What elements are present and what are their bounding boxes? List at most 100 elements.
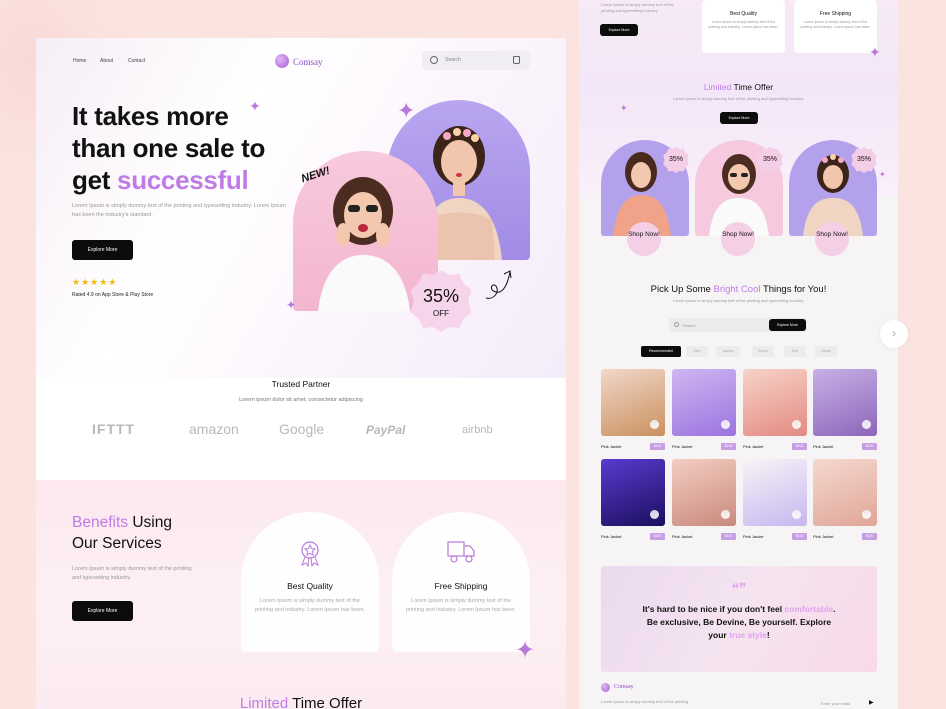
- product-image[interactable]: ♡: [813, 369, 877, 436]
- shopping-bag-icon[interactable]: [513, 56, 520, 64]
- product-name: Pink Jacket: [672, 534, 693, 539]
- partner-logo-airbnb: airbnb: [462, 424, 493, 436]
- product-image[interactable]: ♡: [672, 459, 736, 526]
- quote-line3-prefix: your: [708, 630, 730, 640]
- badge-icon: [301, 541, 319, 567]
- top-description: Lorem Ipsum is simply dummy text of the …: [601, 2, 674, 13]
- filter-tab-shirt[interactable]: Shirt: [686, 346, 708, 357]
- heart-icon[interactable]: ♡: [792, 420, 801, 429]
- partner-logo-amazon: amazon: [189, 421, 239, 437]
- product-image[interactable]: ♡: [601, 369, 665, 436]
- benefit-desc-quality: Lorem Ipsum is simply dummy text of the …: [255, 598, 365, 613]
- benefits-explore-button[interactable]: Explore More: [72, 601, 133, 621]
- footer-brand[interactable]: Comsay: [614, 684, 634, 690]
- product-search-button[interactable]: Explore More: [769, 319, 806, 331]
- shop-now-label-3: Shop Now!: [816, 231, 848, 238]
- shop-now-button-3[interactable]: Shop Now!: [815, 222, 849, 256]
- top-card-quality-desc: Lorem Ipsum is simply dummy text of the …: [708, 20, 779, 29]
- limited-offer-accent: Limited: [239, 695, 289, 709]
- hero-title-prefix: get: [72, 165, 118, 195]
- quote-line1-accent: comfortable: [784, 604, 834, 614]
- product-price: $100: [721, 443, 736, 450]
- product-search-bar[interactable]: Search Explore More: [669, 318, 807, 332]
- heart-icon[interactable]: ♡: [650, 510, 659, 519]
- hero-title-line3: get successful: [72, 164, 265, 196]
- product-image[interactable]: ♡: [672, 369, 736, 436]
- benefit-title-shipping: Free Shipping: [434, 581, 488, 591]
- sparkle-icon: ✦: [620, 103, 628, 113]
- search-icon: [674, 322, 679, 327]
- trusted-partner-subtitle: Lorem ipsum dolor sit amet, consectetur …: [239, 397, 363, 403]
- offer-explore-button[interactable]: Explore More: [720, 112, 758, 124]
- heart-icon[interactable]: ♡: [721, 420, 730, 429]
- nav-contact[interactable]: Contact: [128, 58, 145, 64]
- heart-icon[interactable]: ♡: [721, 510, 730, 519]
- send-icon[interactable]: ▶: [869, 699, 874, 706]
- benefits-title-line2: Our Services: [72, 535, 162, 552]
- pick-up-heading: Pick Up Some Bright Cool Things for You!: [579, 284, 898, 295]
- offer-heading-accent: Limited: [703, 82, 732, 92]
- product-name: Pink Jacket: [743, 534, 764, 539]
- product-image[interactable]: ♡: [601, 459, 665, 526]
- quote-icon: ❝❞: [731, 580, 747, 596]
- truck-icon: [447, 541, 475, 563]
- filter-tab-shoes[interactable]: Shoes: [752, 346, 774, 357]
- explore-more-button[interactable]: Explore More: [72, 240, 133, 260]
- pick-up-description: Lorem Ipsum is simply dummy text of the …: [672, 298, 805, 303]
- search-icon: [430, 56, 438, 64]
- product-image[interactable]: ♡: [813, 459, 877, 526]
- heart-icon[interactable]: ♡: [650, 420, 659, 429]
- pick-up-prefix: Pick Up Some: [650, 284, 714, 295]
- shop-now-button-1[interactable]: Shop Now!: [627, 222, 661, 256]
- quote-line-2: Be exclusive, Be Devine, Be yourself. Ex…: [646, 617, 832, 627]
- product-price: $100: [862, 533, 877, 540]
- limited-offer-heading: Limited Time Offer: [36, 695, 566, 709]
- landing-page-main: Home About Contact Comsay Search It take…: [36, 38, 566, 709]
- newsletter-input[interactable]: Enter your email ▶: [811, 698, 879, 709]
- partner-logo-ifttt: IFTTT: [92, 421, 136, 437]
- nav-about[interactable]: About: [100, 58, 113, 64]
- heart-icon[interactable]: ♡: [792, 510, 801, 519]
- search-bar[interactable]: Search: [422, 51, 530, 70]
- product-name: Pink Jacket: [813, 444, 834, 449]
- arrow-doodle-icon: [485, 270, 512, 299]
- nav-home[interactable]: Home: [73, 58, 86, 64]
- product-name: Pink Jacket: [601, 444, 622, 449]
- benefit-desc-shipping: Lorem Ipsum is simply dummy text of the …: [406, 598, 516, 613]
- top-explore-button[interactable]: Explore More: [600, 24, 638, 36]
- product-price: $100: [792, 443, 807, 450]
- footer-description: Lorem Ipsum is simply dummy text of the …: [601, 699, 688, 704]
- quote-line3-accent: true style: [729, 630, 767, 640]
- sparkle-icon: ✦: [397, 98, 416, 123]
- brand-name[interactable]: Comsay: [293, 57, 323, 67]
- quote-line-3: your true style!: [611, 629, 867, 642]
- heart-icon[interactable]: ♡: [862, 510, 871, 519]
- product-name: Pink Jacket: [672, 444, 693, 449]
- benefits-description: Lorem Ipsum is simply dummy text of the …: [72, 566, 192, 581]
- shop-now-label-1: Shop Now!: [628, 231, 660, 238]
- heart-icon[interactable]: ♡: [862, 420, 871, 429]
- filter-tab-recommended[interactable]: Recommended: [641, 346, 681, 357]
- sparkle-icon: ✦: [869, 44, 881, 60]
- sparkle-icon: ✦: [249, 98, 261, 114]
- product-image[interactable]: ♡: [743, 369, 807, 436]
- filter-tab-suit[interactable]: Suit: [784, 346, 806, 357]
- sparkle-icon: ✦: [879, 170, 886, 179]
- hero-title-line1: It takes more: [72, 101, 229, 131]
- product-price: $100: [792, 533, 807, 540]
- benefits-title-accent: Benefits: [72, 514, 129, 531]
- offer-description: Lorem Ipsum is simply dummy text of the …: [672, 96, 805, 101]
- filter-tab-jackets[interactable]: Jackets: [716, 346, 740, 357]
- offer-heading: Limited Time Offer: [579, 82, 898, 92]
- landing-page-continued: Lorem Ipsum is simply dummy text of the …: [579, 0, 898, 709]
- quote-line3-suffix: !: [766, 630, 770, 640]
- logo-icon: [275, 54, 289, 68]
- product-name: Pink Jacket: [601, 534, 622, 539]
- trusted-partner-title: Trusted Partner: [271, 379, 331, 389]
- product-image[interactable]: ♡: [743, 459, 807, 526]
- shop-now-button-2[interactable]: Shop Now!: [721, 222, 755, 256]
- search-placeholder: Search: [445, 57, 461, 63]
- filter-tab-dress[interactable]: Dress: [815, 346, 837, 357]
- next-arrow-button[interactable]: ›: [880, 320, 908, 348]
- newsletter-placeholder: Enter your email: [821, 701, 851, 706]
